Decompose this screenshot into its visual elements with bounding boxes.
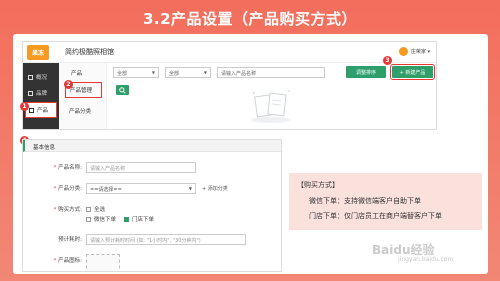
chart-icon (28, 74, 33, 80)
search-button[interactable] (116, 85, 129, 95)
filter-select-2[interactable]: 全部 ▼ (165, 67, 211, 78)
method-store-checkbox[interactable]: 门店下单 (124, 215, 154, 223)
step-badge-1: 1 (20, 102, 29, 111)
form-row-time: 预计耗时: 请输入预计耗时时间 (如: "1小时内", "30分钟内") (23, 233, 246, 245)
subnav-item-product-category[interactable]: 产品分类 (65, 104, 102, 118)
field-label: * 产品图标: (53, 258, 82, 264)
form-row-image: * 产品图标: (23, 254, 120, 271)
sidebar-item-overview[interactable]: 概况 (23, 69, 59, 85)
checkbox-icon (86, 207, 91, 212)
form-row-name: * 产品名称: 请输入产品名称 (23, 161, 196, 173)
checkbox-icon (86, 217, 91, 222)
slide-title: 3.2产品设置（产品购买方式） (142, 10, 358, 28)
category-select-value: ==请选择== (90, 186, 122, 193)
chevron-down-icon: ▼ (151, 70, 155, 75)
product-search-input[interactable]: 请输入产品名称 (217, 67, 325, 78)
avatar (398, 47, 408, 56)
field-label: 预计耗时: (58, 237, 82, 243)
app-window: 果冻 简约极酷照相馆 庄荣家 ▾ 概况 品牌 产品 产品 产品管理 产品分类 全… (22, 41, 437, 130)
sidebar: 概况 品牌 产品 (23, 63, 59, 129)
form-row-method-options: 微信下单 门店下单 (86, 213, 154, 225)
empty-state-illustration (251, 90, 291, 123)
search-icon (119, 86, 126, 94)
method-wechat-checkbox[interactable]: 微信下单 (86, 215, 116, 223)
filter-select-value: 全部 (169, 71, 180, 77)
sidebar-item-label: 概况 (36, 75, 48, 81)
category-select[interactable]: ==请选择== ▼ (86, 182, 196, 194)
step-badge-3: 3 (383, 56, 392, 65)
form-row-category: * 产品分类: ==请选择== ▼ + 添加分类 (23, 182, 228, 194)
product-name-input[interactable]: 请输入产品名称 (86, 161, 196, 173)
checkbox-checked-icon (124, 217, 130, 222)
toolbar: 全部 ▼ 全部 ▼ 请输入产品名称 调整排序 + 新建产品 (113, 64, 435, 80)
shop-icon (28, 90, 33, 96)
sidebar-item-brand[interactable]: 品牌 (23, 85, 59, 101)
subnav-heading: 产品 (71, 71, 83, 77)
field-label: * 购买方式: (53, 207, 82, 213)
filter-select-1[interactable]: 全部 ▼ (113, 67, 159, 78)
note-title: 【购买方式】 (297, 181, 339, 189)
note-line-wechat: 微信下单：支持微信端客户自助下单 (309, 197, 421, 205)
sort-button[interactable]: 调整排序 (346, 66, 386, 78)
new-product-button[interactable]: + 新建产品 (390, 64, 435, 80)
step-badge-2: 2 (64, 80, 73, 89)
note-line-store: 门店下单：仅门店员工在商户端替客户下单 (309, 212, 442, 220)
filter-select-value: 全部 (117, 71, 128, 77)
user-name: 庄荣家 ▾ (410, 49, 430, 55)
app-name: 简约极酷照相馆 (65, 48, 114, 56)
basic-info-form: 基本信息 * 产品名称: 请输入产品名称 * 产品分类: ==请选择== ▼ +… (22, 139, 282, 272)
sidebar-item-product[interactable]: 产品 (25, 102, 57, 118)
chevron-down-icon: ▼ (188, 185, 192, 191)
sub-navigation: 产品 产品管理 产品分类 (59, 63, 107, 129)
user-menu[interactable]: 庄荣家 ▾ (398, 47, 430, 56)
product-image-upload[interactable] (86, 254, 120, 271)
add-category-link[interactable]: + 添加分类 (202, 185, 228, 192)
estimated-time-input[interactable]: 请输入预计耗时时间 (如: "1小时内", "30分钟内") (86, 233, 246, 245)
brand-logo: 果冻 (27, 44, 49, 60)
watermark-url: jingyan.baidu.com (398, 256, 454, 263)
form-heading: 基本信息 (23, 140, 281, 152)
purchase-method-note: 【购买方式】 微信下单：支持微信端客户自助下单 门店下单：仅门店员工在商户端替客… (289, 173, 482, 230)
chevron-down-icon: ▼ (203, 70, 207, 75)
app-header: 果冻 简约极酷照相馆 庄荣家 ▾ (23, 42, 436, 63)
field-label: * 产品名称: (53, 165, 82, 171)
box-icon (29, 107, 34, 113)
sidebar-item-label: 品牌 (36, 91, 48, 97)
method-all-checkbox[interactable]: 全选 (86, 205, 105, 213)
field-label: * 产品分类: (53, 186, 82, 192)
sidebar-item-label: 产品 (37, 108, 49, 114)
